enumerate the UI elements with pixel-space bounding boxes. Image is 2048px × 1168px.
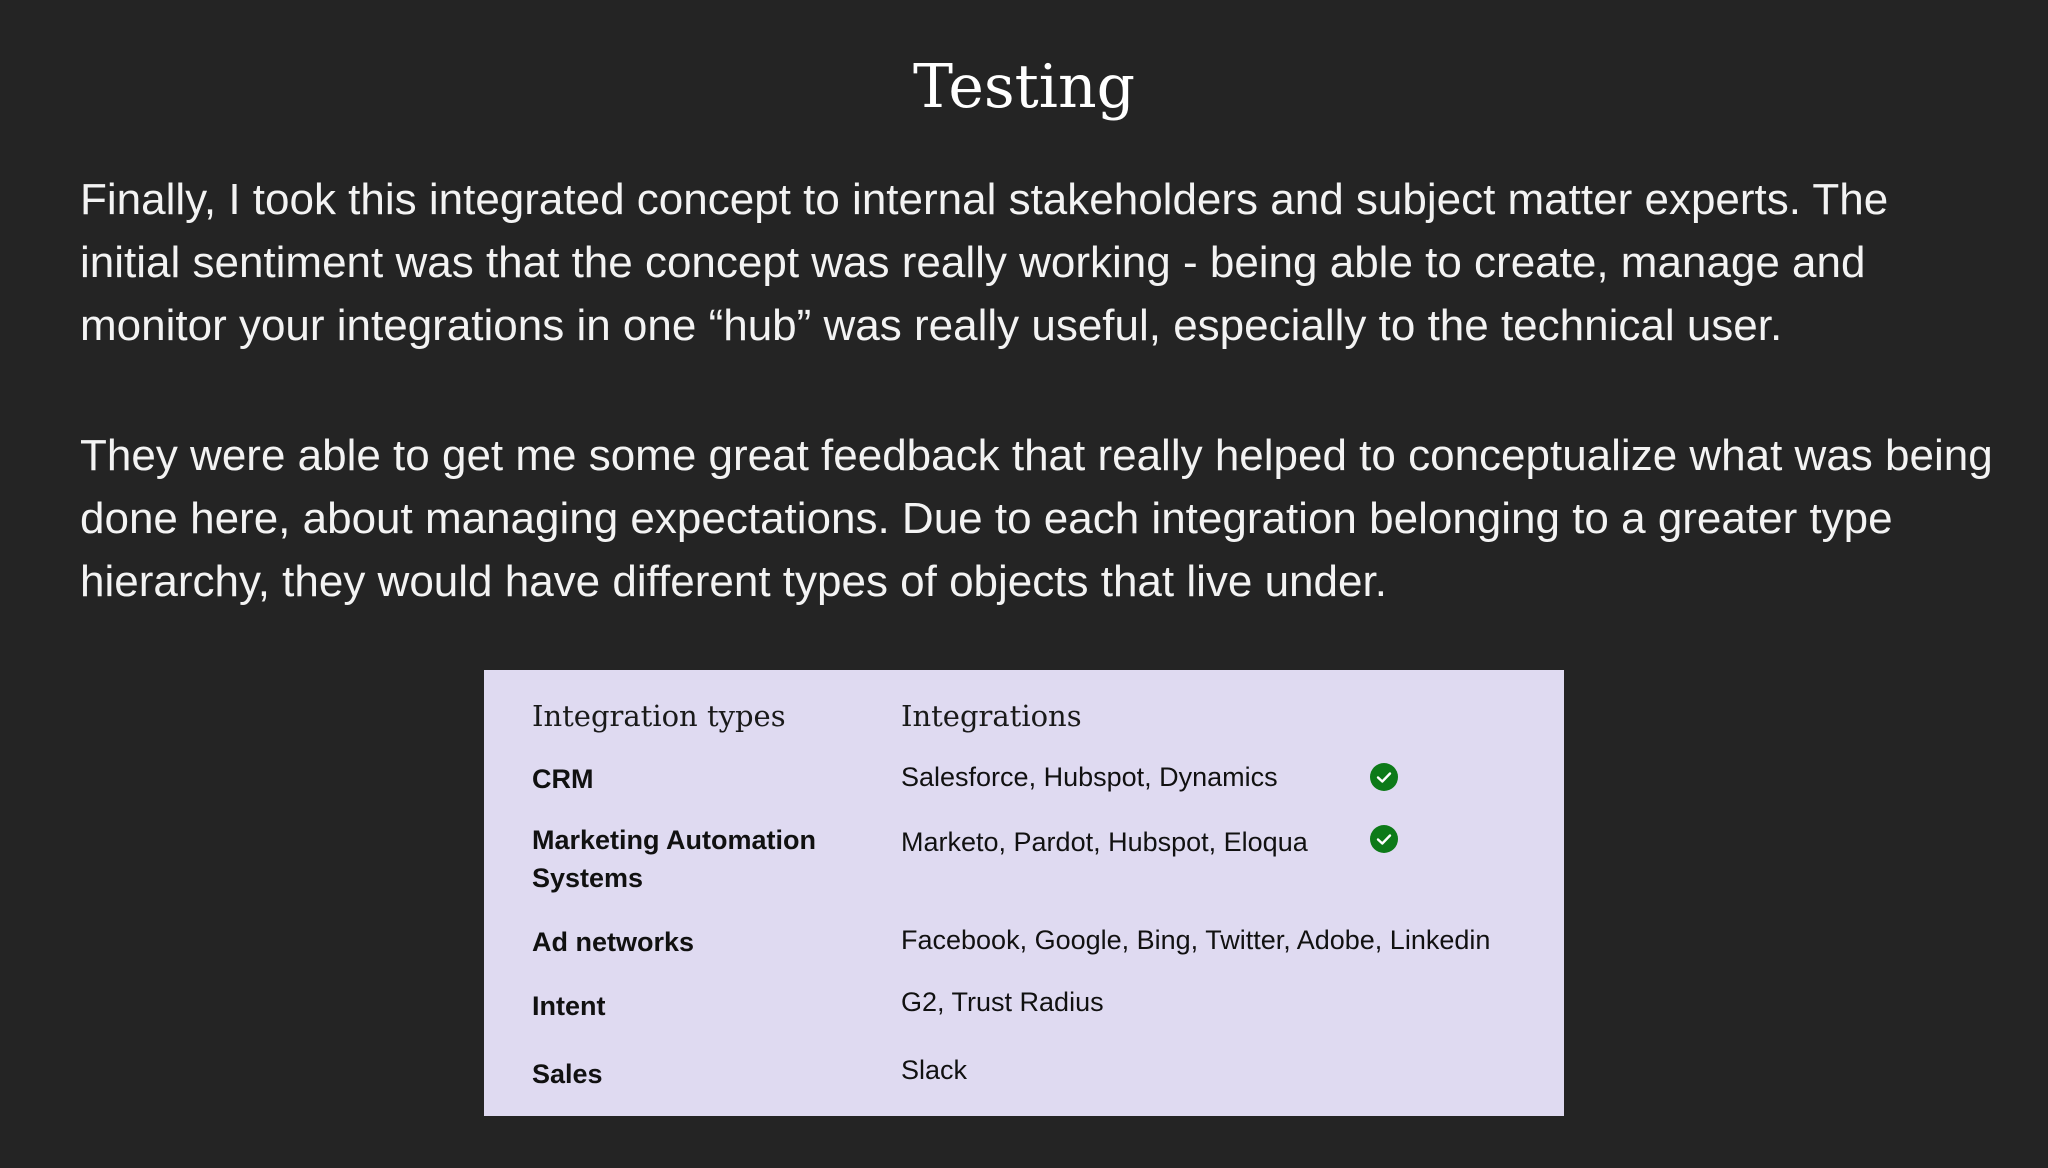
body-paragraph-1: Finally, I took this integrated concept … [80,175,1889,350]
row-type-label: Intent [532,991,606,1021]
check-circle-icon [1370,763,1398,791]
row-type-label: Sales [532,1059,603,1089]
row-type-label: CRM [532,764,594,794]
row-integrations-list: Salesforce, Hubspot, Dynamics [901,762,1278,792]
column-header-integration-types: Integration types [532,699,786,733]
row-integrations-list: Slack [901,1055,968,1085]
row-type-label: Marketing Automation Systems [532,825,817,893]
row-integrations-list: Facebook, Google, Bing, Twitter, Adobe, … [901,925,1491,955]
page-title: Testing [912,52,1135,122]
column-header-integrations: Integrations [901,699,1082,733]
check-circle-icon [1370,825,1398,853]
row-integrations-list: G2, Trust Radius [901,987,1104,1017]
row-integrations-list: Marketo, Pardot, Hubspot, Eloqua [901,827,1308,857]
body-paragraph-2: They were able to get me some great feed… [80,431,1993,606]
row-type-label: Ad networks [532,927,695,957]
